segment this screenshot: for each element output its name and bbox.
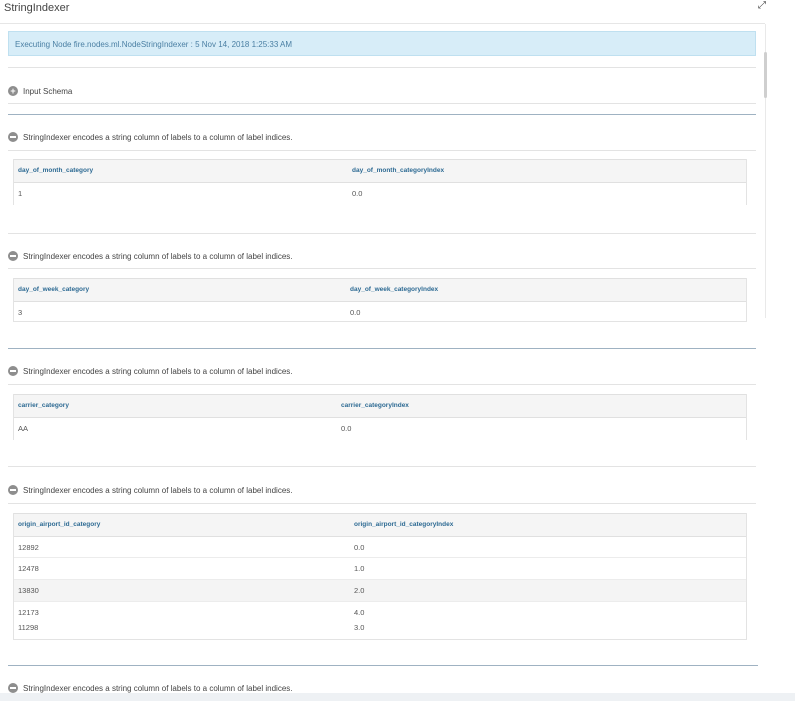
table-cell: 1 bbox=[18, 189, 23, 198]
plus-circle-icon[interactable]: + bbox=[8, 86, 18, 96]
column-header[interactable]: day_of_month_category bbox=[18, 167, 93, 174]
section-header[interactable]: StringIndexer encodes a string column of… bbox=[8, 130, 292, 144]
section-description: StringIndexer encodes a string column of… bbox=[23, 132, 293, 142]
section-header[interactable]: StringIndexer encodes a string column of… bbox=[8, 483, 292, 497]
scrollbar-thumb[interactable] bbox=[764, 52, 767, 98]
table-cell: 0.0 bbox=[352, 189, 363, 198]
divider bbox=[8, 268, 756, 269]
section-description: StringIndexer encodes a string column of… bbox=[23, 366, 293, 376]
column-header[interactable]: origin_airport_id_categoryIndex bbox=[354, 521, 453, 528]
data-table: origin_airport_id_category origin_airpor… bbox=[13, 513, 747, 640]
divider bbox=[8, 384, 756, 385]
table-cell: 12892 bbox=[18, 543, 39, 552]
table-header: day_of_week_category day_of_week_categor… bbox=[14, 278, 746, 302]
section-divider bbox=[8, 114, 756, 115]
minus-circle-icon[interactable] bbox=[8, 366, 18, 376]
column-header[interactable]: day_of_week_category bbox=[18, 286, 89, 293]
section-header[interactable]: StringIndexer encodes a string column of… bbox=[8, 364, 292, 378]
table-cell: 12478 bbox=[18, 564, 39, 573]
table-cell: 0.0 bbox=[341, 424, 352, 433]
section-divider bbox=[8, 665, 758, 666]
column-header[interactable]: origin_airport_id_category bbox=[18, 521, 100, 528]
expand-arrows-icon[interactable]: ⤢ bbox=[758, 0, 766, 11]
divider bbox=[8, 150, 756, 151]
table-header: origin_airport_id_category origin_airpor… bbox=[14, 513, 746, 537]
table-row: 12478 1.0 bbox=[14, 558, 746, 580]
divider bbox=[8, 466, 756, 467]
divider bbox=[8, 503, 756, 504]
minus-circle-icon[interactable] bbox=[8, 683, 18, 693]
table-cell: 12173 bbox=[18, 608, 39, 617]
execution-status-alert: Executing Node fire.nodes.ml.NodeStringI… bbox=[8, 31, 756, 56]
table-cell: 3.0 bbox=[354, 623, 365, 632]
input-schema-label: Input Schema bbox=[23, 86, 73, 96]
minus-circle-icon[interactable] bbox=[8, 132, 18, 142]
minus-circle-icon[interactable] bbox=[8, 485, 18, 495]
section-divider bbox=[8, 348, 756, 349]
table-cell: 1.0 bbox=[354, 564, 365, 573]
section-description: StringIndexer encodes a string column of… bbox=[23, 683, 293, 693]
column-header[interactable]: day_of_month_categoryIndex bbox=[352, 167, 444, 174]
table-row: 1 0.0 bbox=[14, 183, 746, 205]
table-cell: 13830 bbox=[18, 586, 39, 595]
section-header[interactable]: StringIndexer encodes a string column of… bbox=[8, 249, 292, 263]
table-cell: 0.0 bbox=[350, 308, 361, 317]
input-schema-toggle[interactable]: + Input Schema bbox=[8, 84, 72, 98]
table-row: 12892 0.0 bbox=[14, 537, 746, 558]
table-cell: 0.0 bbox=[354, 543, 365, 552]
table-cell: 11298 bbox=[18, 623, 39, 632]
column-header[interactable]: carrier_category bbox=[18, 402, 69, 409]
data-table: day_of_month_category day_of_month_categ… bbox=[13, 159, 747, 205]
table-row: 3 0.0 bbox=[14, 302, 746, 321]
data-table: day_of_week_category day_of_week_categor… bbox=[13, 278, 747, 322]
data-table: carrier_category carrier_categoryIndex A… bbox=[13, 394, 747, 440]
section-description: StringIndexer encodes a string column of… bbox=[23, 485, 293, 495]
divider bbox=[8, 103, 756, 104]
minus-circle-icon[interactable] bbox=[8, 251, 18, 261]
table-header: day_of_month_category day_of_month_categ… bbox=[14, 159, 746, 183]
table-header: carrier_category carrier_categoryIndex bbox=[14, 394, 746, 418]
table-cell: 4.0 bbox=[354, 608, 365, 617]
divider bbox=[8, 233, 756, 234]
divider bbox=[0, 23, 765, 24]
window-title: StringIndexer bbox=[4, 2, 70, 14]
table-row: 13830 2.0 bbox=[14, 580, 746, 602]
table-row: AA 0.0 bbox=[14, 418, 746, 440]
table-cell: 3 bbox=[18, 308, 23, 317]
section-description: StringIndexer encodes a string column of… bbox=[23, 251, 293, 261]
divider bbox=[8, 67, 756, 68]
column-header[interactable]: day_of_week_categoryIndex bbox=[350, 286, 438, 293]
column-header[interactable]: carrier_categoryIndex bbox=[341, 402, 409, 409]
table-cell: AA bbox=[18, 424, 29, 433]
horizontal-scrollbar[interactable] bbox=[0, 693, 795, 701]
table-cell: 2.0 bbox=[354, 586, 365, 595]
table-row: 12173 4.0 11298 3.0 bbox=[14, 602, 746, 639]
